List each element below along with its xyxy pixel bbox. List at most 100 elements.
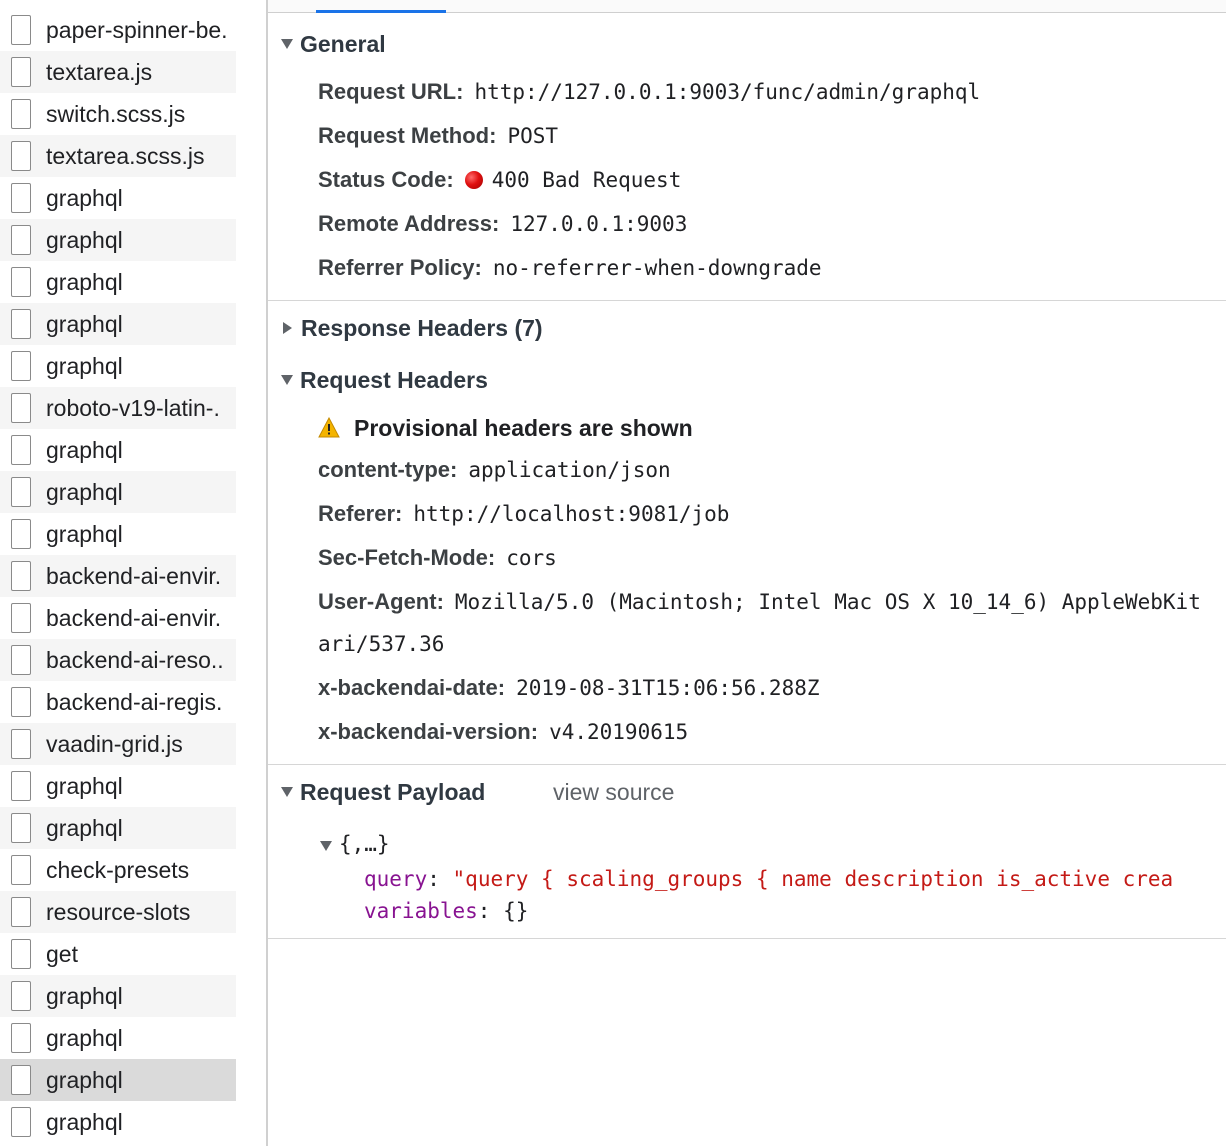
header-value: Mozilla/5.0 (Macintosh; Intel Mac OS X 1… (454, 590, 1201, 614)
request-row[interactable]: backend-ai-regis. (0, 681, 236, 723)
header-key: x-backendai-date: (318, 675, 506, 700)
request-row[interactable]: roboto-v19-latin-. (0, 387, 236, 429)
request-name: graphql (46, 520, 123, 547)
request-row[interactable]: graphql (0, 513, 236, 555)
request-row[interactable]: textarea.js (0, 51, 236, 93)
request-row[interactable]: backend-ai-reso.. (0, 639, 236, 681)
section-request-payload-header[interactable]: Request Payload view source (268, 777, 1226, 807)
document-icon (11, 267, 31, 297)
devtools-network-panel: paper-spinner-be. textarea.js switch.scss.… (0, 0, 1226, 1146)
json-key: query (364, 867, 428, 891)
document-icon (11, 981, 31, 1011)
request-row[interactable]: graphql (0, 177, 236, 219)
request-name: graphql (46, 352, 123, 379)
document-icon (11, 1023, 31, 1053)
request-row[interactable]: graphql (0, 303, 236, 345)
tree-expand-icon (320, 841, 332, 851)
view-source-link[interactable]: view source (553, 779, 674, 806)
request-name: textarea.js (46, 58, 153, 85)
request-row[interactable]: graphql (0, 765, 236, 807)
request-row[interactable]: graphql (0, 975, 236, 1017)
request-row[interactable]: graphql (0, 219, 236, 261)
request-name: graphql (46, 436, 123, 463)
request-row[interactable]: graphql (0, 471, 236, 513)
request-row[interactable]: graphql (0, 429, 236, 471)
request-row[interactable]: textarea.scss.js (0, 135, 236, 177)
document-icon (11, 603, 31, 633)
request-row[interactable]: graphql (0, 261, 236, 303)
list-scroll-gutter (236, 0, 266, 1146)
header-key: Sec-Fetch-Mode: (318, 545, 496, 570)
referrer-policy-row: Referrer Policy: no-referrer-when-downgr… (318, 253, 822, 283)
section-title: Response Headers (7) (301, 314, 543, 341)
details-tabbar (268, 0, 1226, 13)
request-row[interactable]: graphql (0, 345, 236, 387)
request-name: graphql (46, 772, 123, 799)
request-name: graphql (46, 982, 123, 1009)
request-name: switch.scss.js (46, 100, 186, 127)
document-icon (11, 939, 31, 969)
request-method-row: Request Method: POST (318, 121, 558, 151)
tab-headers-active[interactable] (316, 10, 446, 13)
document-icon (11, 897, 31, 927)
json-key: variables (364, 899, 478, 923)
request-row[interactable]: graphql (0, 1059, 236, 1101)
header-value: no-referrer-when-downgrade (492, 256, 822, 280)
referer-row: Referer: http://localhost:9081/job (318, 499, 729, 529)
request-name: vaadin-grid.js (46, 730, 183, 757)
request-name: paper-spinner-be. (46, 16, 228, 43)
request-row[interactable]: backend-ai-envir. (0, 555, 236, 597)
request-name: backend-ai-envir. (46, 604, 222, 631)
section-general-header[interactable]: General (268, 29, 386, 59)
request-details: General Request URL: http://127.0.0.1:90… (268, 0, 1226, 1146)
request-row[interactable]: resource-slots (0, 891, 236, 933)
document-icon (11, 1107, 31, 1137)
payload-variables-prop: variables : {} (364, 896, 528, 926)
document-icon (11, 771, 31, 801)
request-name: graphql (46, 478, 123, 505)
document-icon (11, 57, 31, 87)
section-request-headers-header[interactable]: Request Headers (268, 365, 488, 395)
expand-triangle-icon (281, 39, 293, 49)
section-response-headers-header[interactable]: Response Headers (7) (268, 313, 543, 343)
document-icon (11, 309, 31, 339)
expand-triangle-icon (281, 375, 293, 385)
payload-tree-root[interactable]: {,…} (320, 829, 390, 859)
document-icon (11, 813, 31, 843)
section-title: General (300, 30, 386, 57)
content-type-row: content-type: application/json (318, 455, 671, 485)
header-value: v4.20190615 (549, 720, 689, 744)
remote-address-row: Remote Address: 127.0.0.1:9003 (318, 209, 687, 239)
request-row[interactable]: graphql (0, 1017, 236, 1059)
sec-fetch-mode-row: Sec-Fetch-Mode: cors (318, 543, 557, 573)
expand-triangle-icon (281, 787, 293, 797)
header-key: content-type: (318, 457, 458, 482)
request-name: backend-ai-reso.. (46, 646, 224, 673)
request-row[interactable]: switch.scss.js (0, 93, 236, 135)
header-value: POST (507, 124, 559, 148)
status-code-row: Status Code: 400 Bad Request (318, 165, 681, 195)
document-icon (11, 1065, 31, 1095)
tree-root-label: {,…} (339, 832, 390, 856)
request-name: graphql (46, 268, 123, 295)
section-divider (268, 764, 1226, 765)
request-row[interactable]: paper-spinner-be. (0, 9, 236, 51)
section-title: Request Headers (300, 366, 488, 393)
request-row[interactable]: graphql (0, 807, 236, 849)
section-divider (268, 938, 1226, 939)
json-colon: : (477, 899, 491, 923)
request-name: backend-ai-regis. (46, 688, 223, 715)
header-key: Status Code: (318, 167, 454, 192)
request-row[interactable]: check-presets (0, 849, 236, 891)
document-icon (11, 393, 31, 423)
document-icon (11, 351, 31, 381)
document-icon (11, 561, 31, 591)
request-name: check-presets (46, 856, 190, 883)
request-list: paper-spinner-be. textarea.js switch.scss.… (0, 0, 236, 1146)
request-row[interactable]: graphql (0, 1101, 236, 1143)
json-string-value: "query { scaling_groups { name descripti… (452, 867, 1174, 891)
request-row[interactable]: vaadin-grid.js (0, 723, 236, 765)
request-name: graphql (46, 1024, 123, 1051)
request-row[interactable]: get (0, 933, 236, 975)
request-row[interactable]: backend-ai-envir. (0, 597, 236, 639)
